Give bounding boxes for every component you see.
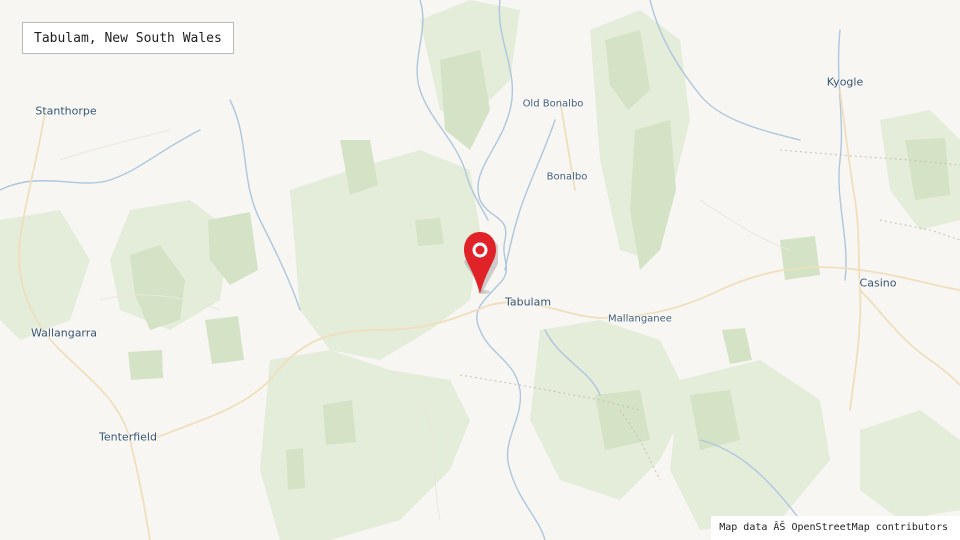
pin-body: [464, 232, 496, 294]
place-label-tenterfield: Tenterfield: [99, 430, 157, 444]
map-canvas[interactable]: Stanthorpe Old Bonalbo Kyogle Bonalbo Ta…: [0, 0, 960, 540]
place-label-old-bonalbo: Old Bonalbo: [522, 98, 584, 110]
place-label-stanthorpe: Stanthorpe: [35, 104, 97, 118]
place-label-bonalbo: Bonalbo: [546, 171, 588, 183]
place-label-mallanganee: Mallanganee: [608, 313, 672, 325]
map-attribution[interactable]: Map data ÂŠ OpenStreetMap contributors: [711, 516, 960, 540]
location-title-box: Tabulam, New South Wales: [22, 22, 234, 54]
attribution-text: Map data ÂŠ OpenStreetMap contributors: [719, 522, 948, 533]
place-label-kyogle: Kyogle: [826, 75, 864, 89]
place-label-tabulam: Tabulam: [504, 295, 552, 309]
location-title: Tabulam, New South Wales: [34, 31, 222, 46]
place-label-wallangarra: Wallangarra: [30, 326, 98, 340]
place-label-casino: Casino: [859, 276, 897, 290]
map-pin-icon[interactable]: [458, 228, 498, 298]
